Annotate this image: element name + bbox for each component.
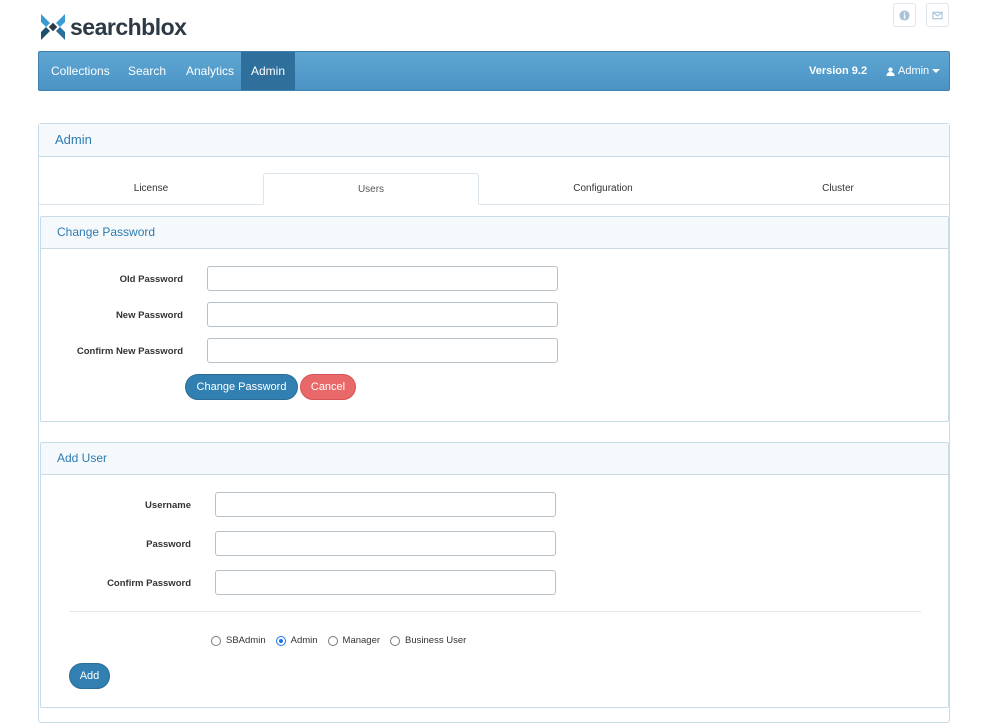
divider (69, 611, 921, 612)
role-option-admin[interactable]: Admin (275, 635, 318, 646)
change-password-button[interactable]: Change Password (185, 374, 298, 400)
nav-analytics[interactable]: Analytics (186, 52, 234, 90)
change-password-panel: Change Password Old Password New Passwor… (40, 216, 949, 422)
role-option-manager[interactable]: Manager (327, 635, 381, 646)
username-label: Username (145, 500, 191, 511)
user-menu[interactable]: Admin (886, 52, 941, 90)
info-icon (899, 9, 910, 21)
password-input[interactable] (215, 531, 556, 556)
confirm-new-password-label: Confirm New Password (76, 346, 183, 357)
role-option-business-user[interactable]: Business User (390, 635, 466, 646)
password-label: Password (146, 539, 191, 550)
role-radio-group: SBAdmin Admin Manager Business User (211, 635, 476, 646)
add-user-title: Add User (41, 443, 948, 475)
confirm-password-input[interactable] (215, 570, 556, 595)
mail-button[interactable] (926, 3, 949, 27)
role-label-manager: Manager (342, 635, 381, 646)
username-input[interactable] (215, 492, 556, 517)
tab-configuration[interactable]: Configuration (479, 173, 727, 204)
mail-icon (932, 11, 943, 19)
confirm-password-label: Confirm Password (107, 578, 191, 589)
radio-manager[interactable] (327, 635, 338, 646)
confirm-new-password-input[interactable] (207, 338, 558, 363)
nav-admin[interactable]: Admin (241, 52, 295, 90)
info-button[interactable] (893, 3, 916, 27)
admin-tabs: License Users Configuration Cluster (39, 173, 949, 205)
role-label-business-user: Business User (405, 635, 467, 646)
user-icon (886, 67, 895, 76)
searchblox-logo-icon (41, 14, 65, 40)
new-password-input[interactable] (207, 302, 558, 327)
nav-search[interactable]: Search (128, 52, 166, 90)
admin-panel: Admin License Users Configuration Cluste… (38, 123, 950, 723)
add-user-panel: Add User Username Password Confirm Passw… (40, 442, 949, 708)
role-option-sbadmin[interactable]: SBAdmin (211, 635, 266, 646)
brand-logo[interactable]: searchblox (38, 10, 187, 44)
brand-name: searchblox (70, 13, 187, 40)
panel-title: Admin (39, 124, 949, 157)
nav-collections[interactable]: Collections (51, 52, 110, 90)
tab-license[interactable]: License (39, 173, 263, 204)
radio-business-user[interactable] (390, 635, 401, 646)
add-user-button[interactable]: Add (69, 663, 110, 689)
tab-users[interactable]: Users (263, 173, 479, 205)
user-menu-label: Admin (898, 65, 930, 77)
radio-admin[interactable] (275, 635, 286, 646)
new-password-label: New Password (115, 310, 183, 321)
role-label-admin: Admin (290, 635, 318, 646)
top-navbar: Collections Search Analytics Admin Versi… (38, 51, 950, 91)
old-password-input[interactable] (207, 266, 558, 291)
change-password-title: Change Password (41, 217, 948, 249)
version-label: Version 9.2 (809, 65, 868, 77)
tab-cluster[interactable]: Cluster (727, 173, 949, 204)
chevron-down-icon (932, 69, 941, 73)
cancel-button[interactable]: Cancel (300, 374, 356, 400)
radio-sbadmin[interactable] (211, 635, 221, 646)
old-password-label: Old Password (119, 274, 183, 285)
role-label-sbadmin: SBAdmin (226, 635, 266, 646)
